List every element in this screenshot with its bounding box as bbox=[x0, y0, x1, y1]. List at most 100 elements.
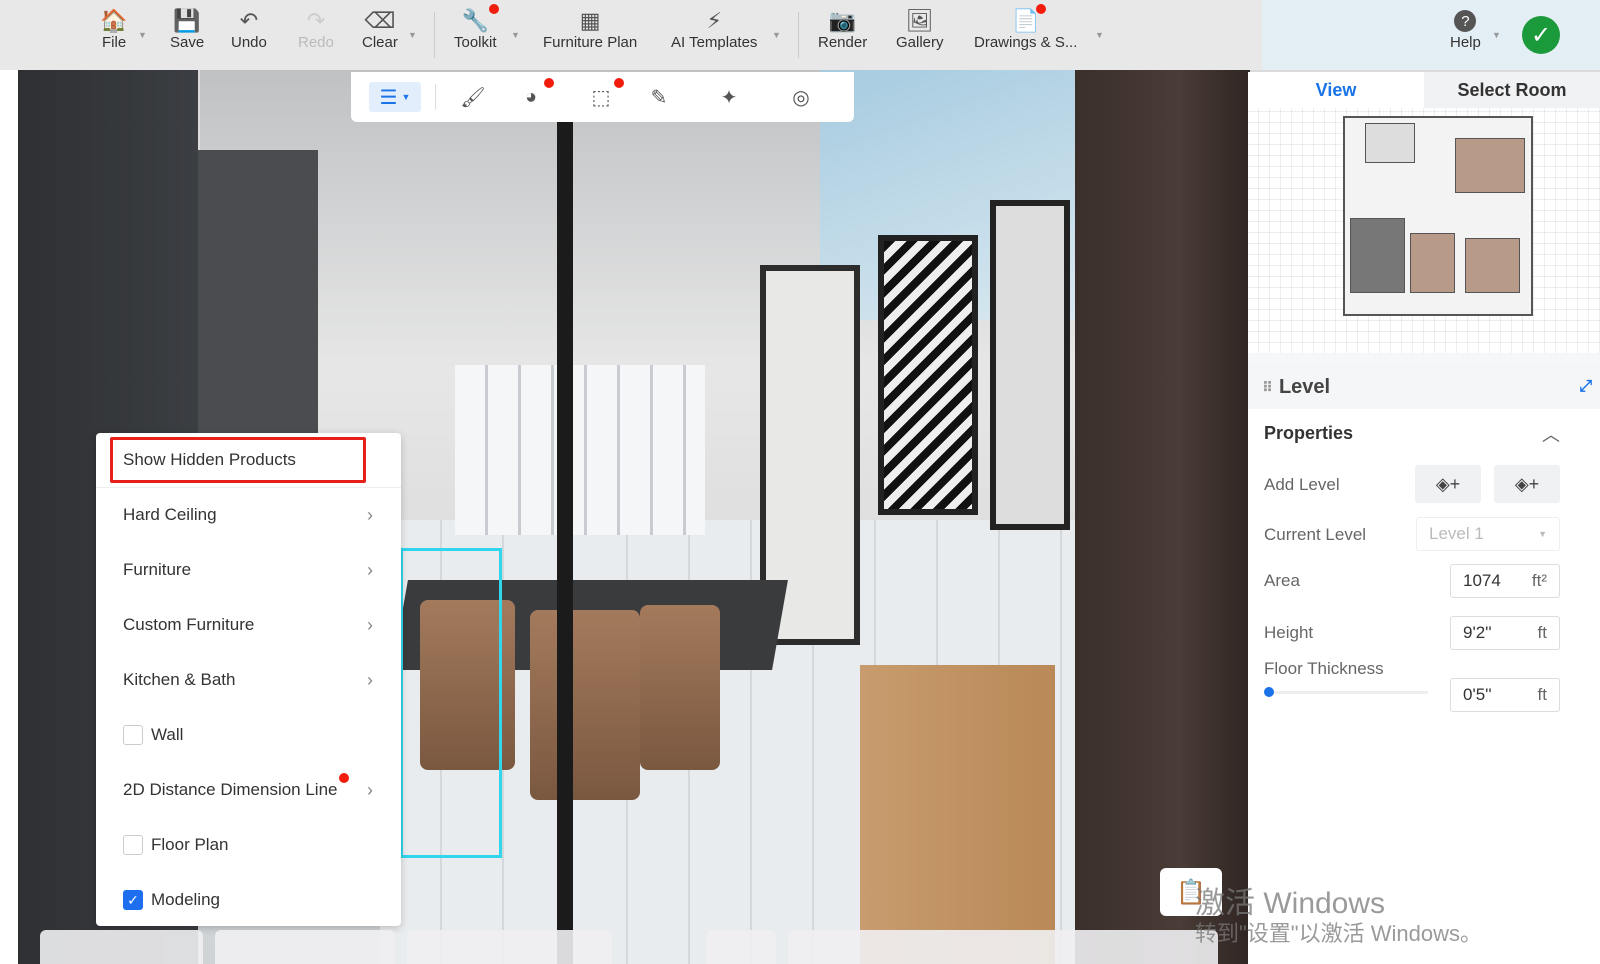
highlight-box bbox=[110, 437, 366, 483]
image-icon: 🖼 bbox=[905, 8, 934, 33]
chevron-right-icon: › bbox=[367, 559, 373, 580]
window bbox=[455, 365, 705, 535]
furniture-plan-icon: ▦ bbox=[579, 8, 601, 33]
render-button[interactable]: 📷 Render bbox=[818, 8, 867, 51]
height-field[interactable]: 9'2'' ft bbox=[1450, 616, 1560, 650]
area-field[interactable]: 1074 ft² bbox=[1450, 564, 1560, 598]
right-panel: View Select Room ⠿ Level ⤢ Properties ︿ Ad… bbox=[1248, 72, 1600, 964]
left-strip bbox=[0, 70, 18, 964]
add-level-below-button[interactable]: ◈+ bbox=[1494, 465, 1560, 503]
notification-dot bbox=[489, 4, 500, 14]
notification-dot bbox=[1035, 4, 1046, 14]
drawings-button[interactable]: 📄 Drawings & S... bbox=[974, 4, 1077, 51]
drawings-icon: 📄 bbox=[1012, 4, 1046, 34]
plugins-button[interactable]: ✦ bbox=[714, 82, 744, 112]
floor-plan-thumbnail bbox=[1343, 116, 1533, 316]
gallery-button[interactable]: 🖼 Gallery bbox=[896, 8, 944, 51]
floor-thickness-slider[interactable] bbox=[1264, 687, 1428, 697]
tab-select-room[interactable]: Select Room bbox=[1424, 72, 1600, 108]
level-panel: ⠿ Level ⤢ Properties ︿ Add Level ◈+ ◈+ Cur… bbox=[1248, 365, 1600, 964]
add-level-above-button[interactable]: ◈+ bbox=[1415, 465, 1481, 503]
floor-thickness-label: Floor Thickness bbox=[1264, 659, 1384, 678]
floor-thickness-field[interactable]: 0'5'' ft bbox=[1450, 678, 1560, 712]
display-mode-button[interactable]: ☰ ▼ bbox=[369, 82, 421, 112]
file-home-icon: 🏠 bbox=[100, 8, 128, 33]
display-context-menu: Show Hidden Products Hard Ceiling › Furni… bbox=[96, 433, 401, 926]
camera-icon: 📷 bbox=[828, 8, 857, 33]
menu-item-show-hidden-products[interactable]: Show Hidden Products bbox=[96, 433, 401, 487]
menu-item-custom-furniture[interactable]: Custom Furniture › bbox=[96, 598, 401, 652]
undo-icon: ↶ bbox=[239, 8, 259, 33]
save-icon: 💾 bbox=[173, 8, 201, 33]
chair bbox=[530, 610, 640, 800]
material-button[interactable]: ◕ bbox=[516, 78, 554, 112]
wrench-icon: 🔧 bbox=[462, 4, 500, 34]
help-button[interactable]: ? Help bbox=[1450, 8, 1481, 51]
chevron-right-icon: › bbox=[367, 614, 373, 635]
ruler-pen-icon: ✎ bbox=[650, 86, 668, 109]
target-icon: ◎ bbox=[792, 86, 810, 109]
paint-roller-button[interactable]: 🖌 bbox=[458, 82, 488, 112]
toolkit-button[interactable]: 🔧 Toolkit bbox=[454, 4, 500, 51]
measure-button[interactable]: ✎ bbox=[644, 82, 674, 112]
layer-add-icon: ◈+ bbox=[1435, 473, 1461, 494]
notification-dot bbox=[544, 78, 554, 88]
view-button[interactable]: ◎ bbox=[786, 82, 816, 112]
chair bbox=[640, 605, 720, 770]
list-select-icon: ☰ bbox=[379, 86, 398, 109]
properties-heading: Properties bbox=[1264, 423, 1354, 443]
bottom-toolbar-group[interactable] bbox=[788, 930, 1218, 964]
expand-icon[interactable]: ⤢ bbox=[1579, 378, 1592, 396]
current-level-select[interactable]: Level 1 ▼ bbox=[1416, 517, 1560, 551]
cabinet bbox=[860, 665, 1055, 964]
eraser-icon: ⌫ bbox=[364, 8, 396, 33]
bottom-toolbar-group[interactable] bbox=[215, 930, 395, 964]
toolbar-right: ? Help ▼ ✓ bbox=[1262, 0, 1600, 70]
add-level-label: Add Level bbox=[1264, 475, 1340, 494]
frame-select-icon: ⬚ bbox=[591, 86, 611, 109]
furniture-plan-button[interactable]: ▦ Furniture Plan bbox=[543, 8, 637, 51]
menu-item-wall[interactable]: Wall bbox=[96, 708, 401, 762]
globe-icon: ◕ bbox=[524, 85, 538, 108]
ai-templates-button[interactable]: ⚡ AI Templates bbox=[671, 8, 757, 51]
drag-handle-icon[interactable]: ⠿ bbox=[1262, 379, 1273, 396]
redo-button[interactable]: ↷ Redo bbox=[298, 8, 334, 51]
undo-button[interactable]: ↶ Undo bbox=[231, 8, 267, 51]
menu-item-furniture[interactable]: Furniture › bbox=[96, 543, 401, 597]
floor-plan-minimap[interactable] bbox=[1248, 108, 1600, 353]
menu-item-floor-plan[interactable]: Floor Plan bbox=[96, 818, 401, 872]
bottom-toolbar-group[interactable] bbox=[407, 930, 612, 964]
collapse-chevron-icon[interactable]: ︿ bbox=[1542, 421, 1560, 447]
frame-select-button[interactable]: ⬚ bbox=[586, 78, 624, 112]
column bbox=[1075, 70, 1250, 964]
menu-item-hard-ceiling[interactable]: Hard Ceiling › bbox=[96, 488, 401, 542]
modeling-checkbox[interactable]: ✓ bbox=[123, 890, 143, 910]
redo-icon: ↷ bbox=[306, 8, 326, 33]
floor-plan-checkbox[interactable] bbox=[123, 835, 143, 855]
save-button[interactable]: 💾 Save bbox=[170, 8, 204, 51]
puzzle-icon: ✦ bbox=[720, 86, 738, 109]
clear-button[interactable]: ⌫ Clear bbox=[362, 8, 398, 51]
area-label: Area bbox=[1264, 571, 1300, 590]
main-toolbar: 🏠 File ▼ 💾 Save ↶ Undo ↷ Redo ⌫ Clear ▼ 🔧 Tool… bbox=[0, 0, 1262, 70]
menu-item-kitchen-bath[interactable]: Kitchen & Bath › bbox=[96, 653, 401, 707]
bottom-toolbar-group[interactable] bbox=[706, 930, 776, 964]
tab-view[interactable]: View bbox=[1248, 72, 1424, 108]
notification-dot bbox=[614, 78, 624, 88]
wall-art bbox=[878, 235, 978, 515]
wall-art bbox=[990, 200, 1070, 530]
menu-item-2d-distance-dimension-line[interactable]: 2D Distance Dimension Line › bbox=[96, 763, 401, 817]
chevron-right-icon: › bbox=[367, 669, 373, 690]
layer-add-below-icon: ◈+ bbox=[1514, 473, 1540, 494]
confirm-check-button[interactable]: ✓ bbox=[1522, 16, 1560, 54]
height-label: Height bbox=[1264, 623, 1314, 642]
slider-thumb[interactable] bbox=[1264, 687, 1274, 697]
help-icon: ? bbox=[1453, 8, 1477, 34]
current-level-label: Current Level bbox=[1264, 525, 1367, 544]
pole bbox=[557, 120, 573, 964]
bottom-toolbar-group[interactable] bbox=[40, 930, 203, 964]
selection-box bbox=[400, 548, 502, 858]
menu-item-modeling[interactable]: ✓ Modeling bbox=[96, 873, 401, 927]
file-button[interactable]: 🏠 File bbox=[100, 8, 128, 51]
wall-checkbox[interactable] bbox=[123, 725, 143, 745]
